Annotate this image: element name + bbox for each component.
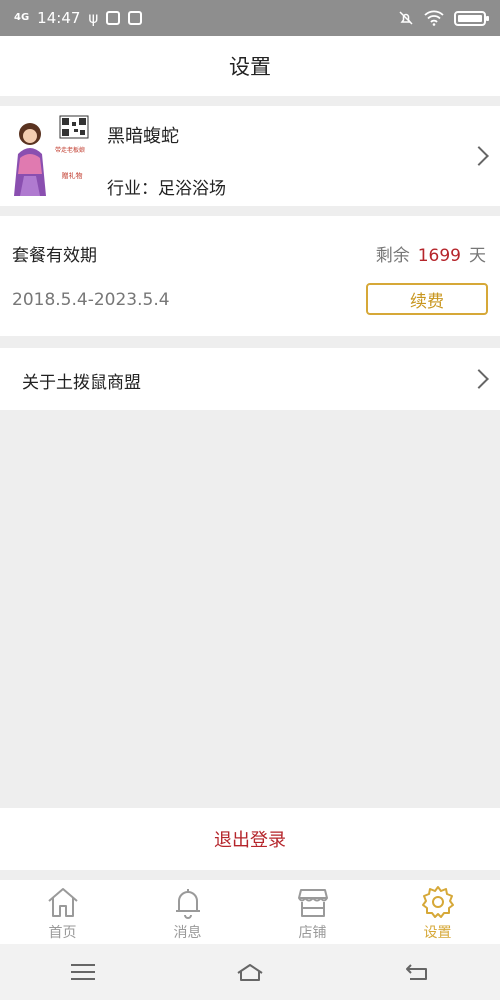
menu-icon[interactable]	[68, 961, 98, 983]
avatar: 带走老板娘 赠礼物	[10, 114, 96, 200]
back-icon[interactable]	[402, 961, 432, 983]
profile-industry: 行业：足浴浴场	[107, 179, 226, 199]
mute-icon	[399, 11, 413, 25]
gear-icon	[421, 886, 454, 918]
logout-button[interactable]: 退出登录	[0, 808, 500, 870]
remaining-prefix: 剩余	[375, 246, 410, 266]
status-time: 14:47	[37, 9, 81, 27]
wifi-icon	[424, 10, 444, 26]
tab-settings[interactable]: 设置	[375, 880, 500, 944]
remaining-days-value: 1699	[417, 246, 461, 266]
plan-card: 套餐有效期 剩余 1699 天 2018.5.4-2023.5.4 续费	[0, 216, 500, 336]
tab-settings-label: 设置	[423, 925, 452, 941]
bell-icon	[175, 889, 200, 919]
app-notification-icon	[106, 11, 121, 25]
qr-code-icon	[59, 115, 89, 139]
about-row[interactable]: 关于土拨鼠商盟	[0, 348, 500, 410]
bottom-tab-bar: 首页 消息 店铺 设置	[0, 880, 500, 944]
home-nav-icon[interactable]	[235, 961, 265, 983]
usb-icon: ψ	[88, 9, 99, 27]
logout-label: 退出登录	[214, 830, 286, 851]
home-icon	[47, 888, 78, 917]
check-icon	[128, 11, 143, 25]
system-nav-bar	[0, 944, 500, 1000]
svg-text:带走老板娘: 带走老板娘	[55, 146, 85, 154]
about-label: 关于土拨鼠商盟	[22, 373, 141, 393]
page-header: 设置	[0, 36, 500, 96]
profile-name: 黑暗蝮蛇	[107, 126, 179, 147]
status-bar: 4G 14:47 ψ	[0, 0, 500, 36]
battery-icon	[454, 10, 489, 26]
chevron-right-icon	[469, 369, 489, 389]
tab-home[interactable]: 首页	[0, 880, 125, 944]
svg-text:赠礼物: 赠礼物	[62, 171, 83, 180]
remaining-unit: 天	[469, 246, 486, 266]
plan-date-range: 2018.5.4-2023.5.4	[12, 290, 170, 310]
tab-messages[interactable]: 消息	[125, 880, 250, 944]
renew-button[interactable]: 续费	[366, 283, 488, 315]
plan-validity-title: 套餐有效期	[12, 246, 97, 266]
tab-store[interactable]: 店铺	[250, 880, 375, 944]
tab-messages-label: 消息	[173, 925, 202, 941]
network-type: 4G	[14, 12, 30, 23]
remaining-days: 剩余 1699 天	[376, 241, 486, 266]
profile-card[interactable]: 带走老板娘 赠礼物 黑暗蝮蛇 行业：足浴浴场	[0, 106, 500, 206]
store-icon	[297, 889, 328, 917]
tab-store-label: 店铺	[298, 925, 327, 941]
page-title: 设置	[229, 55, 271, 79]
tab-home-label: 首页	[48, 925, 77, 941]
chevron-right-icon	[469, 146, 489, 166]
